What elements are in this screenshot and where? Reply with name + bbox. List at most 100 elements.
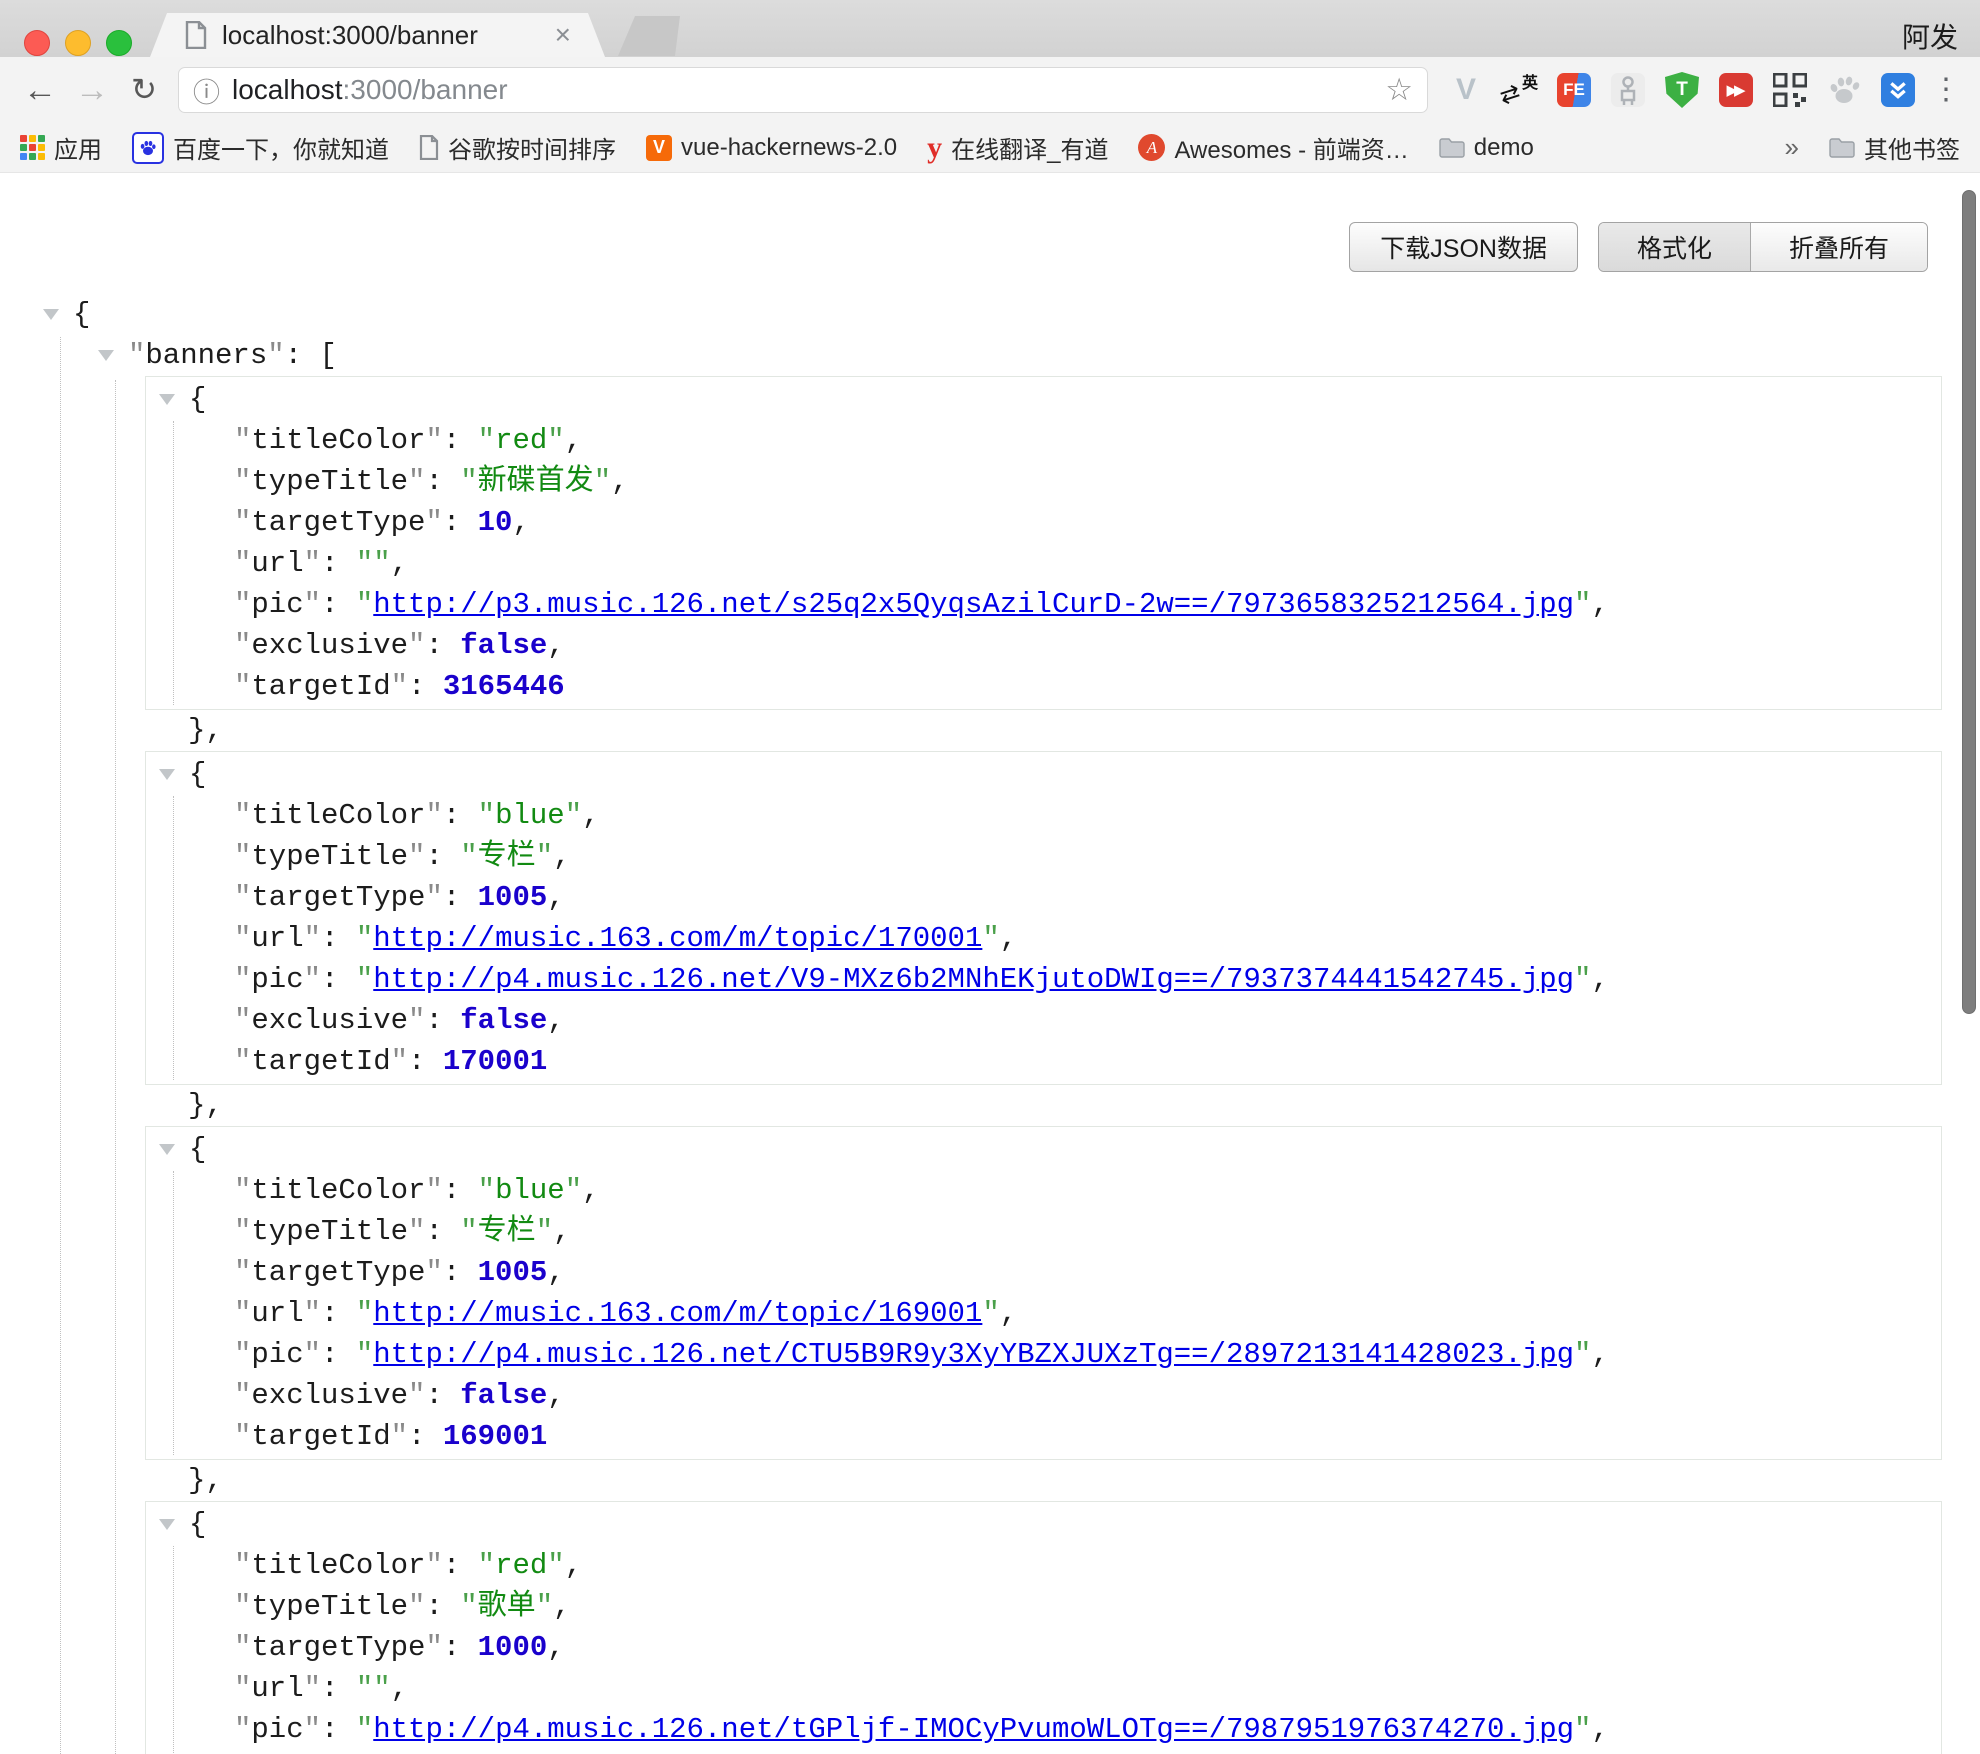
bookmark-item-youdao[interactable]: y 在线翻译_有道 bbox=[927, 130, 1108, 165]
qr-code-icon[interactable] bbox=[1768, 68, 1812, 112]
blue-download-shield-icon[interactable] bbox=[1876, 68, 1920, 112]
bookmarks-overflow-chevron[interactable]: » bbox=[1785, 132, 1799, 163]
expander-icon[interactable] bbox=[98, 350, 114, 361]
format-button[interactable]: 格式化 bbox=[1599, 223, 1751, 271]
back-button[interactable]: ← bbox=[14, 71, 66, 110]
bookmark-label: 百度一下，你就知道 bbox=[173, 130, 389, 165]
json-punct: : bbox=[321, 588, 356, 621]
bookmark-item-demo[interactable]: demo bbox=[1439, 134, 1534, 162]
minimize-window-button[interactable] bbox=[65, 30, 91, 56]
vue-devtools-icon[interactable]: V bbox=[1444, 68, 1488, 112]
browser-tab[interactable]: localhost:3000/banner × bbox=[150, 13, 605, 57]
expander-icon[interactable] bbox=[159, 1519, 175, 1530]
json-quote: " bbox=[478, 1549, 495, 1582]
json-quote: " bbox=[536, 1215, 553, 1248]
expander-icon[interactable] bbox=[43, 309, 59, 320]
folder-icon bbox=[1829, 137, 1855, 158]
json-punct: : bbox=[321, 547, 356, 580]
json-comma: , bbox=[565, 1549, 582, 1582]
json-key: typeTitle bbox=[251, 1215, 408, 1248]
tab-close-icon[interactable]: × bbox=[555, 21, 571, 49]
paw-icon[interactable] bbox=[1822, 68, 1866, 112]
json-link[interactable]: http://music.163.com/m/topic/169001 bbox=[373, 1297, 982, 1330]
bookmark-item-vue-hackernews[interactable]: V vue-hackernews-2.0 bbox=[646, 134, 897, 162]
bookmark-label: Awesomes - 前端资… bbox=[1174, 130, 1408, 165]
new-tab-button[interactable] bbox=[618, 16, 680, 56]
profile-name[interactable]: 阿发 bbox=[1902, 16, 1958, 56]
collapse-all-button[interactable]: 折叠所有 bbox=[1751, 223, 1927, 271]
browser-window: localhost:3000/banner × 阿发 ← → ↻ ⓘ local… bbox=[0, 0, 1980, 1754]
extensions-area: V 英⇄ FE T ▶▶ bbox=[1444, 68, 1920, 112]
json-link[interactable]: http://p4.music.126.net/V9-MXz6b2MNhEKju… bbox=[373, 963, 1574, 996]
json-comma: , bbox=[512, 506, 529, 539]
json-key: banners bbox=[145, 339, 267, 372]
bookmark-star-icon[interactable]: ☆ bbox=[1385, 72, 1413, 108]
json-field-line: "url": "", bbox=[146, 543, 1941, 584]
other-bookmarks-folder[interactable]: 其他书签 bbox=[1829, 130, 1960, 165]
json-field-line: "typeTitle": "专栏", bbox=[146, 836, 1941, 877]
download-json-button[interactable]: 下载JSON数据 bbox=[1349, 222, 1578, 272]
vue-badge-icon: V bbox=[646, 135, 672, 161]
bookmark-item-apps[interactable]: 应用 bbox=[20, 130, 102, 165]
json-quote: " bbox=[304, 1297, 321, 1330]
json-key: targetType bbox=[251, 506, 425, 539]
guide-line bbox=[115, 380, 116, 1754]
json-number-value: 1005 bbox=[478, 1256, 548, 1289]
other-bookmarks-label: 其他书签 bbox=[1864, 130, 1960, 165]
expander-icon[interactable] bbox=[159, 769, 175, 780]
json-link[interactable]: http://p4.music.126.net/tGPljf-IMOCyPvum… bbox=[373, 1713, 1574, 1746]
json-comma: , bbox=[391, 1672, 408, 1705]
green-shield-t-icon[interactable]: T bbox=[1660, 68, 1704, 112]
json-quote: " bbox=[425, 1631, 442, 1664]
json-link[interactable]: http://p3.music.126.net/s25q2x5QyqsAzilC… bbox=[373, 588, 1574, 621]
json-quote: " bbox=[234, 1256, 251, 1289]
toolbar: ← → ↻ ⓘ localhost:3000/banner ☆ V 英⇄ FE bbox=[0, 57, 1980, 123]
bookmark-item-baidu[interactable]: 百度一下，你就知道 bbox=[132, 130, 389, 165]
json-link[interactable]: http://p4.music.126.net/CTU5B9R9y3XyYBZX… bbox=[373, 1338, 1574, 1371]
awesomes-icon: A bbox=[1138, 134, 1165, 161]
expander-icon[interactable] bbox=[159, 394, 175, 405]
bookmark-item-google-sort[interactable]: 谷歌按时间排序 bbox=[419, 130, 616, 165]
json-comma: , bbox=[547, 881, 564, 914]
json-link[interactable]: http://music.163.com/m/topic/170001 bbox=[373, 922, 982, 955]
site-info-icon[interactable]: ⓘ bbox=[193, 71, 220, 110]
json-field-line: "titleColor": "red", bbox=[146, 1545, 1941, 1586]
json-quote: " bbox=[234, 881, 251, 914]
json-quote: " bbox=[408, 1215, 425, 1248]
expander-icon[interactable] bbox=[159, 1144, 175, 1155]
reload-button[interactable]: ↻ bbox=[118, 72, 170, 108]
fehelper-icon[interactable]: FE bbox=[1552, 68, 1596, 112]
close-window-button[interactable] bbox=[24, 30, 50, 56]
scrollbar-thumb[interactable] bbox=[1962, 190, 1976, 1014]
json-quote: " bbox=[304, 1713, 321, 1746]
address-bar[interactable]: ⓘ localhost:3000/banner ☆ bbox=[178, 67, 1428, 113]
traffic-lights bbox=[24, 30, 132, 56]
banner-object-box: {"titleColor": "blue","typeTitle": "专栏",… bbox=[145, 751, 1942, 1085]
json-quote: " bbox=[234, 1672, 251, 1705]
forward-button[interactable]: → bbox=[66, 71, 118, 110]
json-punct: : bbox=[443, 506, 478, 539]
json-key: titleColor bbox=[251, 1549, 425, 1582]
json-quote: " bbox=[982, 1297, 999, 1330]
json-key: exclusive bbox=[251, 629, 408, 662]
json-field-line: "targetId": 3165446 bbox=[146, 666, 1941, 707]
json-comma: , bbox=[547, 1256, 564, 1289]
json-quote: " bbox=[234, 1549, 251, 1582]
json-key: titleColor bbox=[251, 424, 425, 457]
json-quote: " bbox=[1574, 963, 1591, 996]
bookmark-item-awesomes[interactable]: A Awesomes - 前端资… bbox=[1138, 130, 1408, 165]
json-quote: " bbox=[536, 1590, 553, 1623]
zoom-window-button[interactable] bbox=[106, 30, 132, 56]
kebab-menu-icon[interactable]: ⋮ bbox=[1926, 78, 1966, 102]
json-key: pic bbox=[251, 963, 303, 996]
json-field-line: "typeTitle": "新碟首发", bbox=[146, 461, 1941, 502]
json-quote: " bbox=[565, 1174, 582, 1207]
fast-forward-icon[interactable]: ▶▶ bbox=[1714, 68, 1758, 112]
json-quote: " bbox=[536, 840, 553, 873]
json-quote: " bbox=[234, 1174, 251, 1207]
json-field-line: "targetType": 10, bbox=[146, 502, 1941, 543]
json-field-line: "url": "http://music.163.com/m/topic/169… bbox=[146, 1293, 1941, 1334]
sitemap-icon[interactable] bbox=[1606, 68, 1650, 112]
translate-icon[interactable]: 英⇄ bbox=[1498, 68, 1542, 112]
bookmark-label: demo bbox=[1474, 134, 1534, 162]
